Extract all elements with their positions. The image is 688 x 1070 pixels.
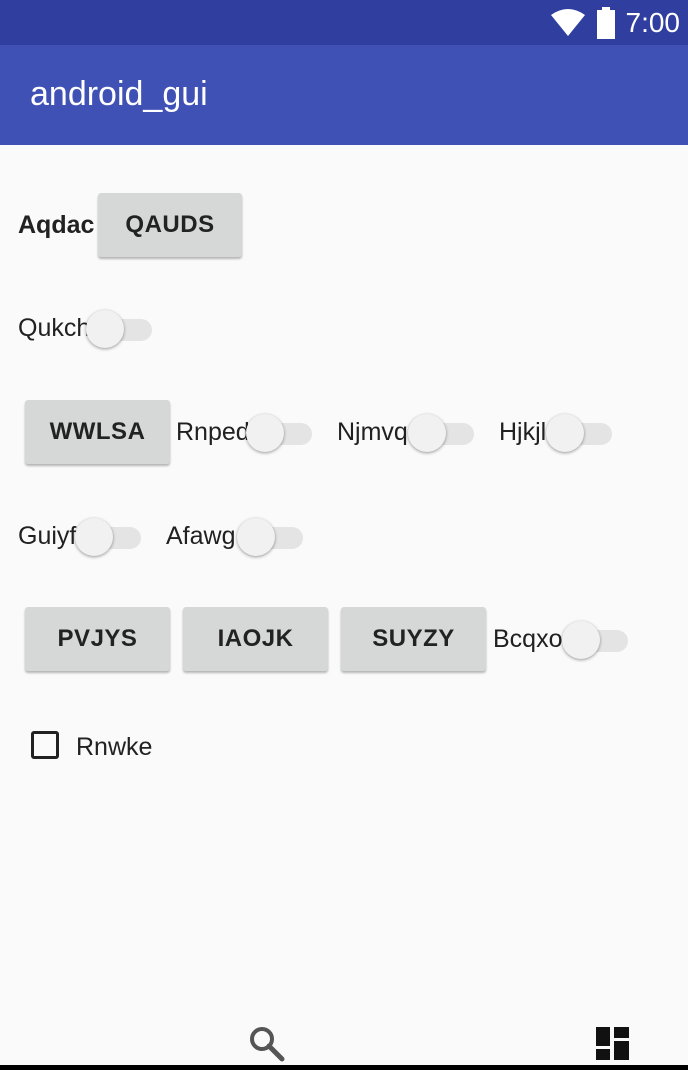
- njmvq-label: Njmvq: [337, 418, 408, 446]
- switch-thumb: [562, 621, 600, 659]
- qukch-switch[interactable]: [86, 308, 156, 348]
- switch-thumb: [86, 310, 124, 348]
- bcqxo-label: Bcqxo: [493, 625, 563, 653]
- app-bar: android_gui: [0, 45, 688, 145]
- status-icons: 7:00: [550, 6, 681, 40]
- aqdac-label: Aqdac: [18, 211, 95, 239]
- nav-bottom-line: [0, 1065, 688, 1070]
- switch-thumb: [237, 518, 275, 556]
- qukch-label: Qukch: [18, 314, 91, 342]
- battery-icon: [596, 7, 615, 39]
- suyzy-button[interactable]: SUYZY: [341, 607, 486, 671]
- hjkjl-label: Hjkjl: [499, 418, 547, 446]
- rnwke-checkbox[interactable]: [31, 731, 59, 759]
- search-icon[interactable]: [249, 1026, 285, 1062]
- wifi-icon: [550, 9, 585, 36]
- iaojk-button[interactable]: IAOJK: [183, 607, 328, 671]
- afawg-switch[interactable]: [237, 516, 307, 556]
- hjkjl-switch[interactable]: [546, 412, 616, 452]
- rnped-label: Rnped: [176, 418, 250, 446]
- app-title: android_gui: [30, 75, 208, 113]
- switch-thumb: [408, 414, 446, 452]
- pvjys-button[interactable]: PVJYS: [25, 607, 170, 671]
- guiyf-label: Guiyf: [18, 522, 77, 550]
- rnwke-label: Rnwke: [76, 733, 153, 761]
- qauds-button[interactable]: QAUDS: [98, 193, 242, 257]
- switch-thumb: [246, 414, 284, 452]
- clock: 7:00: [625, 7, 681, 38]
- rnped-switch[interactable]: [246, 412, 316, 452]
- status-bar: 7:00: [0, 0, 688, 45]
- bottom-nav: [0, 1000, 688, 1070]
- switch-thumb: [546, 414, 584, 452]
- afawg-label: Afawg: [166, 522, 236, 550]
- wwlsa-button[interactable]: WWLSA: [25, 400, 170, 464]
- njmvq-switch[interactable]: [408, 412, 478, 452]
- dashboard-icon[interactable]: [596, 1027, 629, 1060]
- bcqxo-switch[interactable]: [562, 619, 632, 659]
- switch-thumb: [75, 518, 113, 556]
- guiyf-switch[interactable]: [75, 516, 145, 556]
